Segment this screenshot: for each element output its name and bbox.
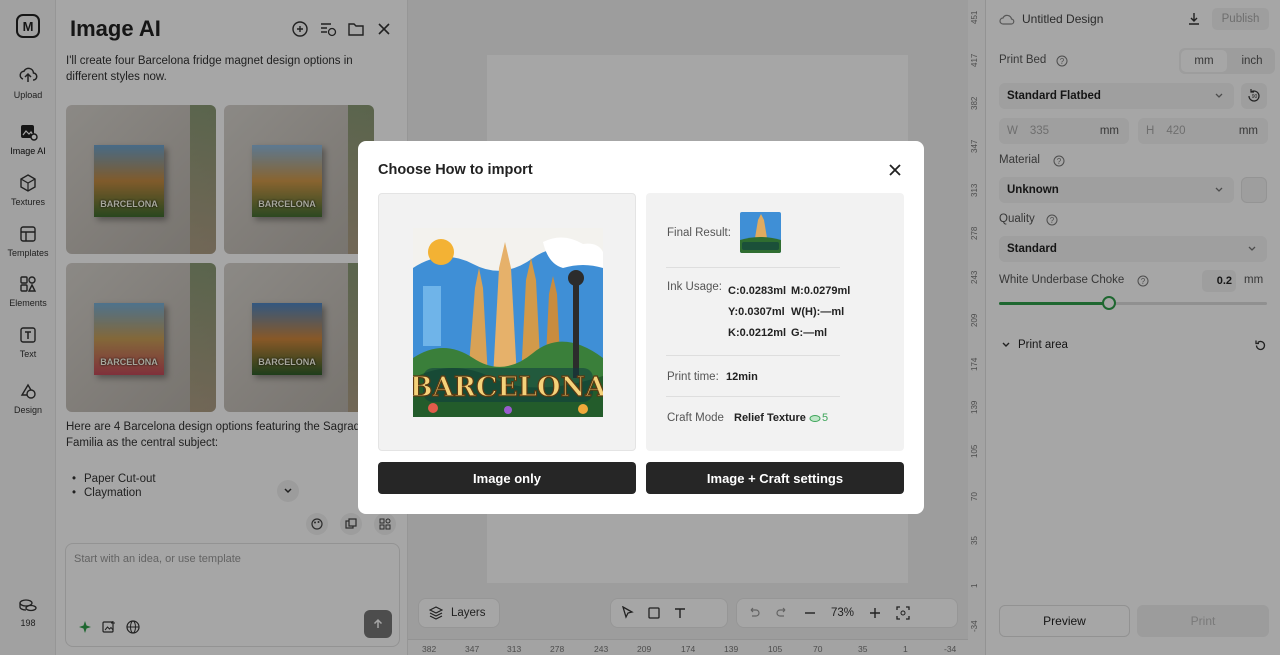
print-time-value: 12min xyxy=(726,371,758,383)
image-craft-settings-button[interactable]: Image + Craft settings xyxy=(646,462,904,494)
craft-mode-cost: 5 xyxy=(822,412,829,424)
credit-coin-icon xyxy=(809,415,821,422)
poster-title: BARCELONA xyxy=(413,372,603,403)
barcelona-artwork: BARCELONA xyxy=(413,228,603,417)
barcelona-poster: BARCELONA xyxy=(413,228,603,417)
ink-g: G:—ml xyxy=(791,327,828,339)
dialog-title: Choose How to import xyxy=(378,162,533,178)
final-result-thumbnail xyxy=(740,212,781,253)
result-thumb-art xyxy=(740,212,781,253)
ink-m: M:0.0279ml xyxy=(791,285,851,297)
import-dialog: Choose How to import BARCELONA Final Res… xyxy=(358,141,924,514)
close-icon[interactable] xyxy=(888,163,902,177)
image-only-button[interactable]: Image only xyxy=(378,462,636,494)
image-preview: BARCELONA xyxy=(378,193,636,451)
craft-details: Final Result: Ink Usage: C:0.0283ml M:0.… xyxy=(646,193,904,451)
ink-y: Y:0.0307ml xyxy=(728,306,785,318)
print-time-label: Print time: xyxy=(667,371,719,383)
ink-k: K:0.0212ml xyxy=(728,327,787,339)
ink-wh: W(H):—ml xyxy=(791,306,845,318)
ink-c: C:0.0283ml xyxy=(728,285,787,297)
craft-mode-value: Relief Texture xyxy=(734,412,806,424)
ink-usage-label: Ink Usage: xyxy=(667,281,722,293)
craft-mode-label: Craft Mode xyxy=(667,412,724,424)
final-result-label: Final Result: xyxy=(667,227,731,239)
